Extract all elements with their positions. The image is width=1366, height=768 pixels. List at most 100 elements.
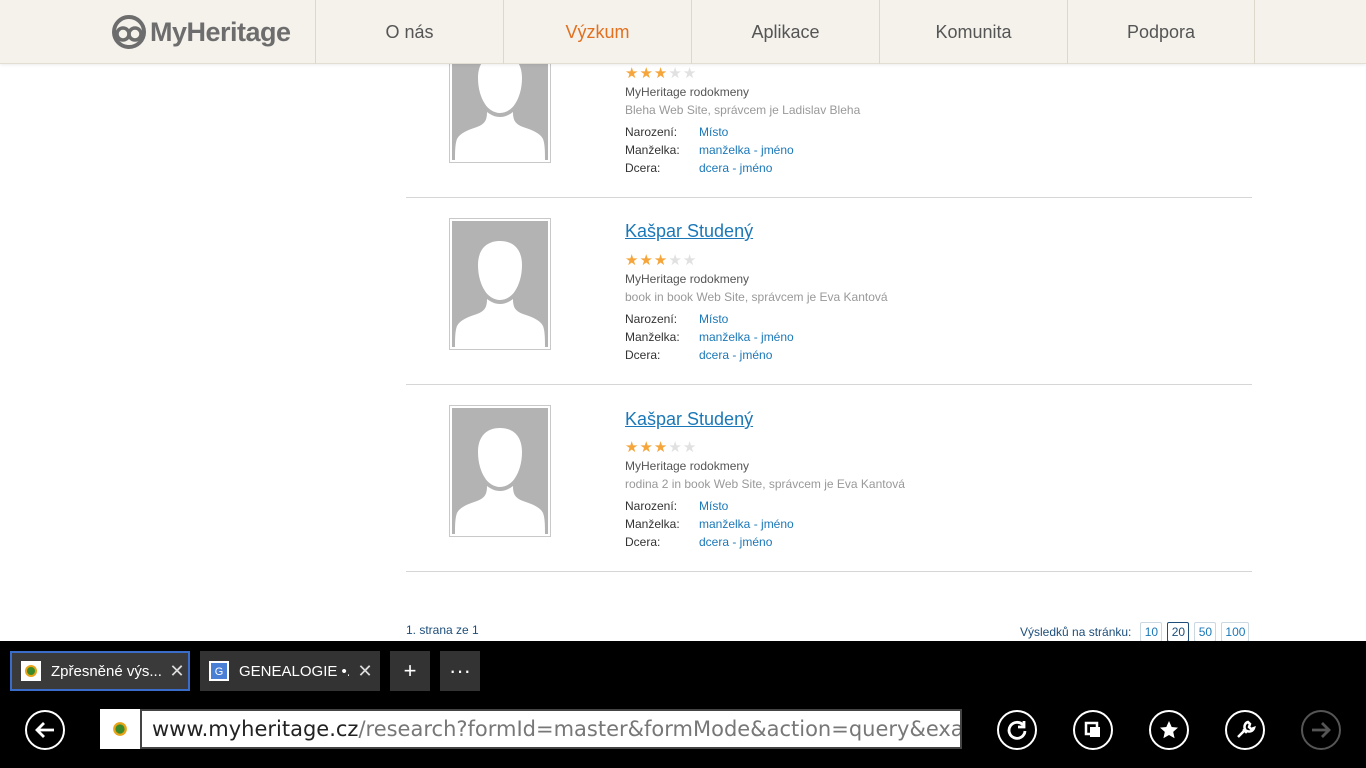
star-empty-icon: ★ [668, 439, 683, 456]
nav-label: Aplikace [751, 21, 820, 42]
results-per-page: Výsledků na stránku: 10 20 50 100 [1020, 622, 1250, 642]
per-page-option-20[interactable]: 20 [1167, 622, 1190, 642]
star-filled-icon: ★ [639, 65, 654, 82]
tab-title: GENEALOGIE •... [239, 662, 349, 680]
rating-stars: ★★★★★ [625, 66, 697, 81]
nav-label: Podpora [1126, 21, 1196, 42]
star-filled-icon: ★ [625, 252, 640, 269]
nav-research[interactable]: Výzkum [503, 0, 691, 64]
relation-label: Narození: [625, 312, 678, 326]
nav-about[interactable]: O nás [315, 0, 503, 64]
per-page-option-10[interactable]: 10 [1140, 622, 1163, 642]
per-page-label: Výsledků na stránku: [1020, 625, 1132, 639]
star-empty-icon: ★ [682, 439, 698, 456]
result-source: MyHeritage rodokmeny [625, 85, 750, 99]
nav-apps[interactable]: Aplikace [691, 0, 879, 64]
more-icon: ··· [449, 658, 471, 683]
refresh-button[interactable] [997, 710, 1037, 750]
browser-tab-active[interactable]: Zpřesněné výs... ✕ [10, 651, 190, 691]
relation-label: Manželka: [625, 517, 680, 531]
relation-label: Narození: [625, 499, 678, 513]
new-tab-button[interactable]: + [390, 651, 430, 691]
close-tab-icon[interactable]: ✕ [169, 661, 185, 682]
relation-label: Manželka: [625, 330, 680, 344]
forward-button[interactable] [1301, 710, 1341, 750]
relation-value-link[interactable]: dcera - jméno [699, 348, 772, 362]
per-page-option-50[interactable]: 50 [1194, 622, 1217, 642]
tab-title: Zpřesněné výs... [51, 662, 161, 680]
star-filled-icon: ★ [625, 65, 640, 82]
tab-menu-button[interactable]: ··· [440, 651, 480, 691]
relation-value-link[interactable]: Místo [699, 125, 728, 139]
relation-value-link[interactable]: dcera - jméno [699, 535, 772, 549]
nav-label: Výzkum [565, 21, 630, 42]
silhouette-placeholder-icon [452, 221, 548, 347]
relation-value-link[interactable]: manželka - jméno [699, 517, 794, 531]
myheritage-favicon [113, 722, 127, 736]
silhouette-placeholder-icon [452, 408, 548, 534]
address-bar[interactable]: www.myheritage.cz/research?formId=master… [140, 709, 962, 749]
nav-community[interactable]: Komunita [879, 0, 1067, 64]
star-filled-icon: ★ [639, 252, 654, 269]
relation-value-link[interactable]: manželka - jméno [699, 330, 794, 344]
myheritage-favicon [21, 661, 41, 681]
result-name-link[interactable]: Kašpar Studený [625, 221, 753, 242]
site-header: MyHeritage O nás Výzkum Aplikace Komunit… [0, 0, 1366, 64]
relation-label: Dcera: [625, 535, 661, 549]
relation-value-link[interactable]: Místo [699, 312, 728, 326]
profile-photo[interactable] [449, 405, 551, 537]
relation-value-link[interactable]: Místo [699, 499, 728, 513]
google-favicon: G [209, 661, 229, 681]
relation-label: Dcera: [625, 161, 661, 175]
result-item: Kašpar Studený ★★★★★ MyHeritage rodokmen… [406, 198, 1252, 385]
star-empty-icon: ★ [668, 252, 683, 269]
back-button[interactable] [25, 710, 65, 750]
url-host: www.myheritage.cz [152, 717, 359, 741]
pages-icon [1084, 721, 1100, 737]
result-site: book in book Web Site, správcem je Eva K… [625, 290, 888, 304]
relation-label: Manželka: [625, 143, 680, 157]
star-filled-icon: ★ [653, 252, 669, 269]
wrench-icon [1237, 720, 1256, 738]
profile-photo[interactable] [449, 218, 551, 350]
address-favicon [100, 709, 140, 749]
relation-value-link[interactable]: dcera - jméno [699, 161, 772, 175]
rating-stars: ★★★★★ [625, 440, 697, 455]
refresh-icon [1007, 720, 1027, 740]
url-path: /research?formId=master&formMode&action=… [358, 717, 960, 741]
favorites-button[interactable] [1149, 710, 1189, 750]
star-filled-icon: ★ [625, 439, 640, 456]
result-site: rodina 2 in book Web Site, správcem je E… [625, 477, 905, 491]
relation-label: Narození: [625, 125, 678, 139]
relation-label: Dcera: [625, 348, 661, 362]
main-nav: O nás Výzkum Aplikace Komunita Podpora [315, 0, 1255, 64]
star-filled-icon: ★ [653, 439, 669, 456]
myheritage-logo-icon [112, 15, 146, 49]
page-tools-button[interactable] [1225, 710, 1265, 750]
result-item: Kašpar Studený ★★★★★ MyHeritage rodokmen… [406, 385, 1252, 572]
forward-arrow-icon [1312, 722, 1331, 738]
result-name-link[interactable]: Kašpar Studený [625, 409, 753, 430]
nav-label: Komunita [935, 21, 1012, 42]
browser-app-bar: Zpřesněné výs... ✕ G GENEALOGIE •... ✕ +… [0, 641, 1366, 768]
star-filled-icon: ★ [639, 439, 654, 456]
star-empty-icon: ★ [682, 252, 698, 269]
result-source: MyHeritage rodokmeny [625, 272, 750, 286]
nav-support[interactable]: Podpora [1067, 0, 1255, 64]
per-page-option-100[interactable]: 100 [1221, 622, 1250, 642]
myheritage-logo[interactable]: MyHeritage [112, 15, 291, 49]
close-tab-icon[interactable]: ✕ [357, 661, 373, 682]
nav-label: O nás [385, 21, 434, 42]
star-empty-icon: ★ [668, 65, 683, 82]
relation-value-link[interactable]: manželka - jméno [699, 143, 794, 157]
logo-text: MyHeritage [150, 16, 291, 47]
page-indicator: 1. strana ze 1 [406, 623, 479, 637]
star-empty-icon: ★ [682, 65, 698, 82]
back-arrow-icon [35, 722, 54, 738]
browser-tab[interactable]: G GENEALOGIE •... ✕ [200, 651, 380, 691]
result-site: Bleha Web Site, správcem je Ladislav Ble… [625, 103, 861, 117]
plus-icon: + [403, 658, 417, 683]
pin-site-button[interactable] [1073, 710, 1113, 750]
star-icon [1160, 721, 1178, 739]
result-divider [406, 571, 1252, 572]
